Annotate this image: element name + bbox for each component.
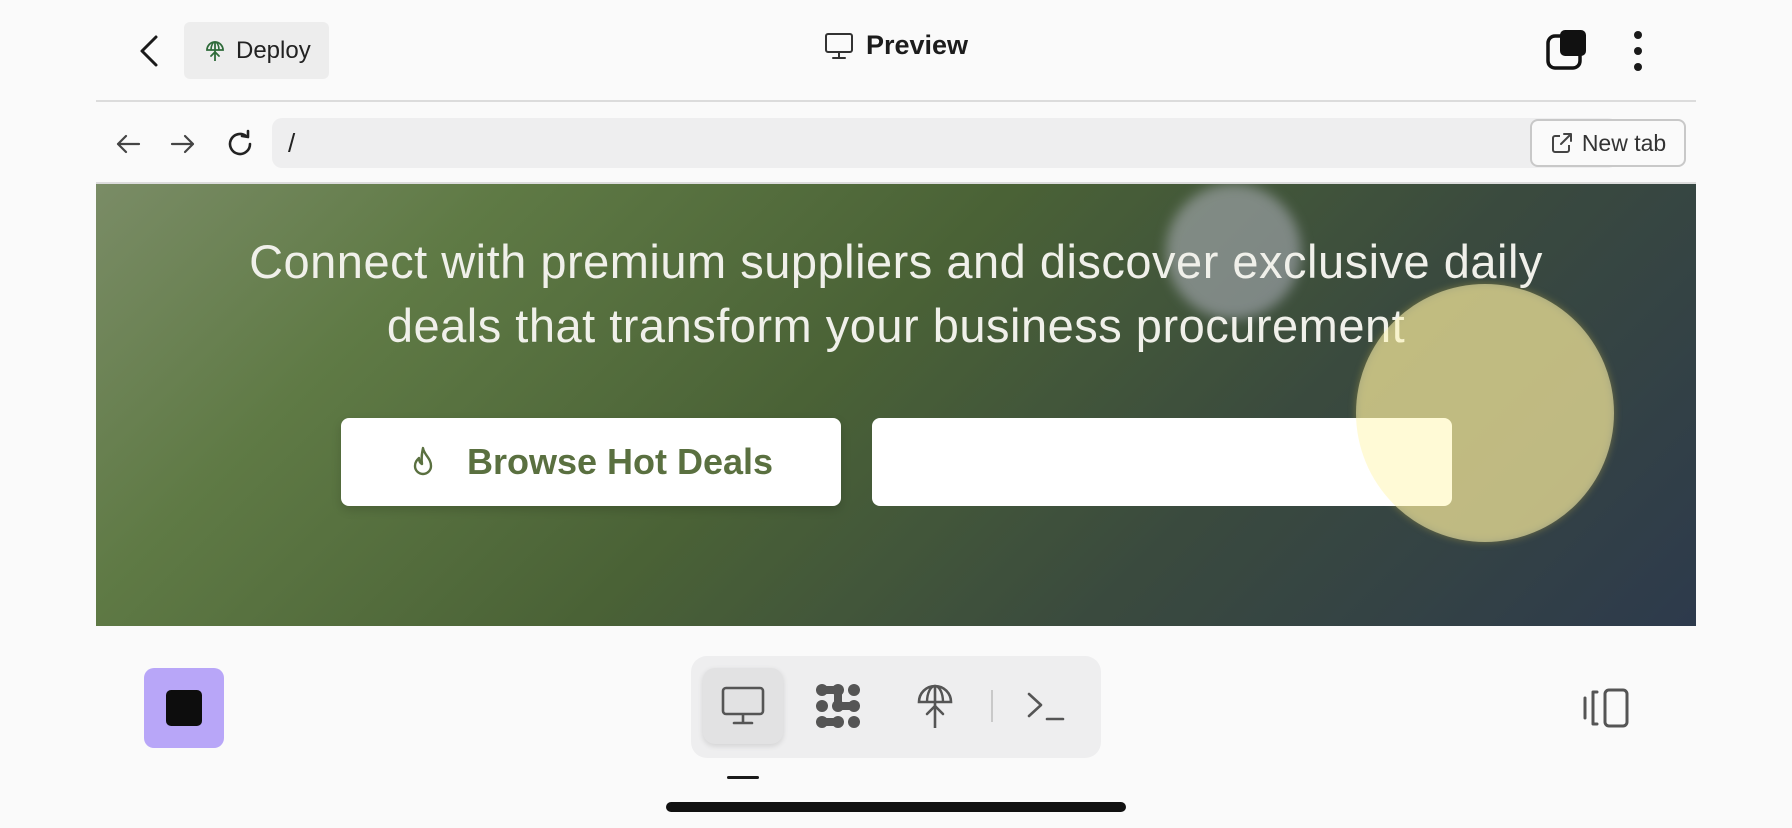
stop-button[interactable] — [144, 668, 224, 748]
chevron-left-icon — [140, 35, 158, 67]
hero-headline-line-2: deals that transform your business procu… — [386, 299, 1406, 352]
tabs-icon — [1546, 30, 1586, 70]
external-link-icon — [1551, 133, 1572, 153]
monitor-icon — [721, 686, 765, 725]
deploy-button[interactable]: Deploy — [184, 22, 329, 79]
back-button[interactable] — [134, 30, 164, 72]
browser-url-bar: / New tab — [96, 104, 1696, 184]
agent-icon — [816, 684, 860, 728]
reload-icon — [228, 129, 252, 156]
toolbar-divider — [991, 690, 993, 722]
hero-headline: Connect with premium suppliers and disco… — [96, 230, 1696, 358]
browser-back-button[interactable] — [108, 124, 148, 164]
secondary-cta-button[interactable] — [872, 418, 1452, 506]
deploy-globe-icon — [917, 684, 953, 728]
browse-hot-deals-label: Browse Hot Deals — [466, 441, 774, 482]
home-indicator — [666, 802, 1126, 812]
tool-deploy[interactable] — [895, 668, 975, 744]
stop-icon — [166, 690, 202, 726]
flame-icon — [413, 446, 433, 476]
browse-hot-deals-button[interactable]: Browse Hot Deals — [341, 418, 841, 506]
url-text: / — [288, 127, 296, 158]
tabs-button[interactable] — [1545, 28, 1589, 74]
monitor-icon — [824, 32, 853, 59]
more-vertical-icon — [1634, 31, 1642, 39]
side-panel-toggle[interactable] — [1580, 686, 1632, 730]
workspace-tool-switcher — [691, 656, 1101, 758]
top-header: Deploy Preview — [96, 0, 1696, 102]
hero-headline-line-1: Connect with premium suppliers and disco… — [249, 235, 1543, 288]
new-tab-label: New tab — [1581, 129, 1667, 156]
tool-console[interactable] — [1006, 668, 1086, 744]
page-title-text: Preview — [865, 30, 969, 60]
preview-hero: Connect with premium suppliers and disco… — [96, 184, 1696, 626]
more-options-button[interactable] — [1626, 28, 1650, 74]
deploy-label: Deploy — [236, 36, 311, 64]
page-title: Preview — [746, 30, 1046, 61]
active-tool-indicator — [727, 776, 759, 779]
deploy-globe-icon — [206, 40, 224, 61]
browser-forward-button[interactable] — [163, 124, 203, 164]
terminal-icon — [1027, 692, 1065, 721]
arrow-left-icon — [116, 134, 141, 154]
panel-toggle-icon — [1583, 688, 1629, 728]
url-input[interactable]: / — [272, 118, 1618, 168]
tool-preview[interactable] — [703, 668, 783, 744]
new-tab-button[interactable]: New tab — [1530, 119, 1686, 167]
tool-agent[interactable] — [798, 668, 878, 744]
arrow-right-icon — [170, 134, 195, 154]
reload-button[interactable] — [220, 124, 260, 164]
